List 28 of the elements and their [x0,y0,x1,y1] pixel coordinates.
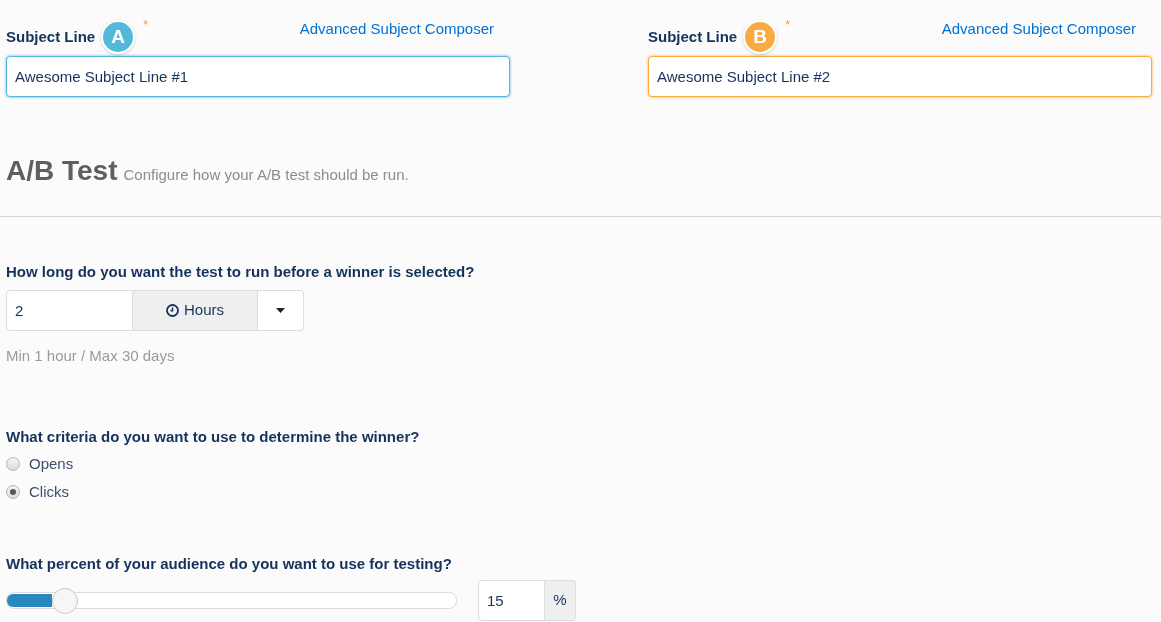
section-title: A/B Test [6,154,118,188]
subject-input[interactable]: Awesome Subject Line #2 [648,56,1152,97]
radio-button[interactable] [6,485,20,499]
percent-input[interactable]: 15 [478,580,545,621]
radio-button[interactable] [6,457,20,471]
dropdown-button[interactable] [258,290,304,331]
section-subtitle: Configure how your A/B test should be run. [123,165,409,185]
field-label: Subject Line [648,27,738,47]
unit-button[interactable]: Hours [133,290,258,331]
duration-input[interactable]: 2 [6,290,133,331]
question-label: How long do you want the test to run before a winner is selected? [6,262,476,282]
clock-icon [166,304,179,317]
required-asterisk: * [785,19,790,31]
question-label: What percent of your audience do you want to use for testing? [6,554,453,574]
field-label: Subject Line [6,27,96,47]
required-asterisk: * [143,19,148,31]
slider-thumb[interactable] [52,587,79,614]
variant-badge: A [101,20,136,54]
question-label: What criteria do you want to use to determine the winner? [6,427,421,447]
subject-input[interactable]: Awesome Subject Line #1 [6,56,510,97]
advanced-composer-link[interactable]: Advanced Subject Composer [941,19,1136,39]
option-label[interactable]: Clicks [29,482,69,502]
advanced-composer-link[interactable]: Advanced Subject Composer [299,19,494,39]
caret-icon [276,308,285,313]
hint-text: Min 1 hour / Max 30 days [6,346,176,366]
percent-addon: % [545,580,576,621]
variant-badge: B [743,20,778,54]
option-label[interactable]: Opens [29,454,74,474]
